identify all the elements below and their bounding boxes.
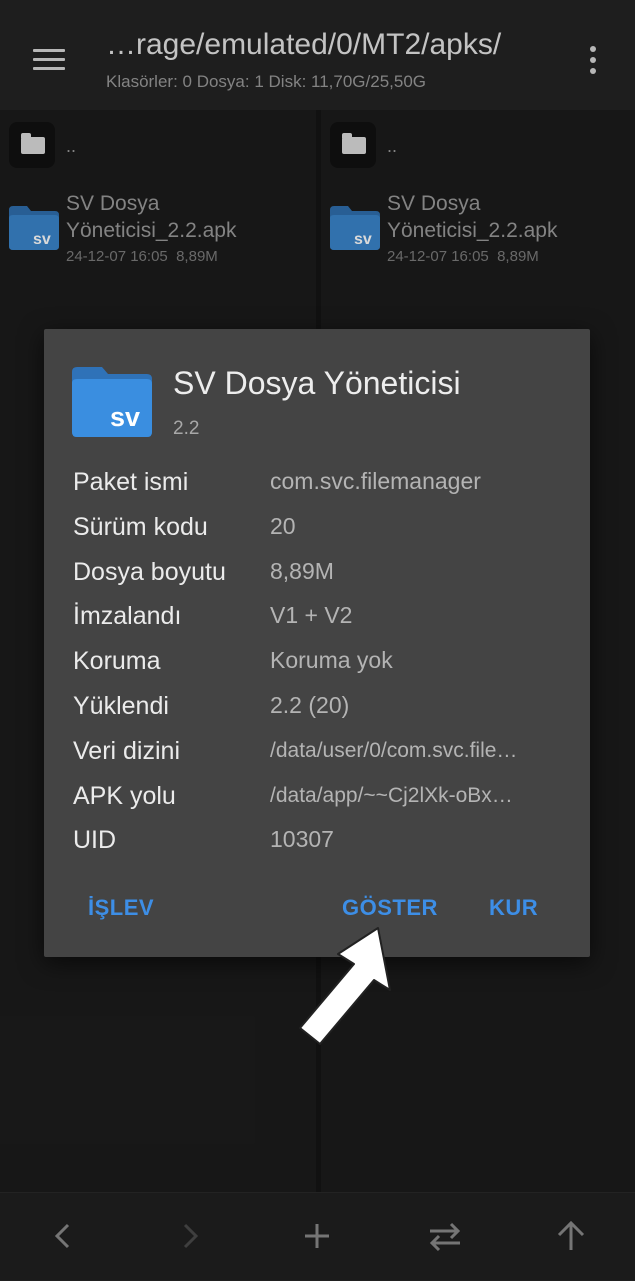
info-label: Koruma (73, 647, 161, 675)
svg-text:sv: sv (110, 402, 140, 432)
info-label: Dosya boyutu (73, 558, 226, 586)
info-row-data-dir: Veri dizini /data/user/0/com.svc.file… (73, 737, 573, 777)
info-value[interactable]: com.svc.filemanager (270, 468, 570, 495)
info-row-package: Paket ismi com.svc.filemanager (73, 468, 573, 508)
info-row-apk-path: APK yolu /data/app/~~Cj2lXk-oBx… (73, 782, 573, 822)
pointer-arrow-icon (299, 927, 391, 1045)
info-label: Yüklendi (73, 692, 169, 720)
info-value[interactable]: 2.2 (20) (270, 692, 570, 719)
info-label: İmzalandı (73, 602, 182, 630)
info-value[interactable]: Koruma yok (270, 647, 570, 674)
info-value[interactable]: /data/app/~~Cj2lXk-oBx… (270, 784, 570, 808)
info-label: Veri dizini (73, 737, 180, 765)
install-button[interactable]: KUR (489, 895, 538, 921)
function-button[interactable]: İŞLEV (88, 895, 154, 921)
app-name: SV Dosya Yöneticisi (173, 365, 461, 401)
apk-info-dialog: sv SV Dosya Yöneticisi 2.2 Paket ismi co… (44, 329, 590, 957)
info-value[interactable]: 10307 (270, 826, 570, 853)
info-row-version-code: Sürüm kodu 20 (73, 513, 573, 553)
info-value[interactable]: 20 (270, 513, 570, 540)
info-row-uid: UID 10307 (73, 826, 573, 866)
info-label: Paket ismi (73, 468, 189, 496)
info-label: APK yolu (73, 782, 176, 810)
info-row-file-size: Dosya boyutu 8,89M (73, 558, 573, 598)
app-icon: sv (72, 367, 152, 437)
info-row-installed: Yüklendi 2.2 (20) (73, 692, 573, 732)
info-row-protection: Koruma Koruma yok (73, 647, 573, 687)
info-value[interactable]: 8,89M (270, 558, 570, 585)
info-row-signature: İmzalandı V1 + V2 (73, 602, 573, 642)
show-button[interactable]: GÖSTER (342, 895, 438, 921)
info-value[interactable]: V1 + V2 (270, 602, 570, 629)
info-label: UID (73, 826, 117, 854)
info-label: Sürüm kodu (73, 513, 208, 541)
app-version: 2.2 (173, 418, 200, 439)
info-value[interactable]: /data/user/0/com.svc.file… (270, 739, 570, 763)
